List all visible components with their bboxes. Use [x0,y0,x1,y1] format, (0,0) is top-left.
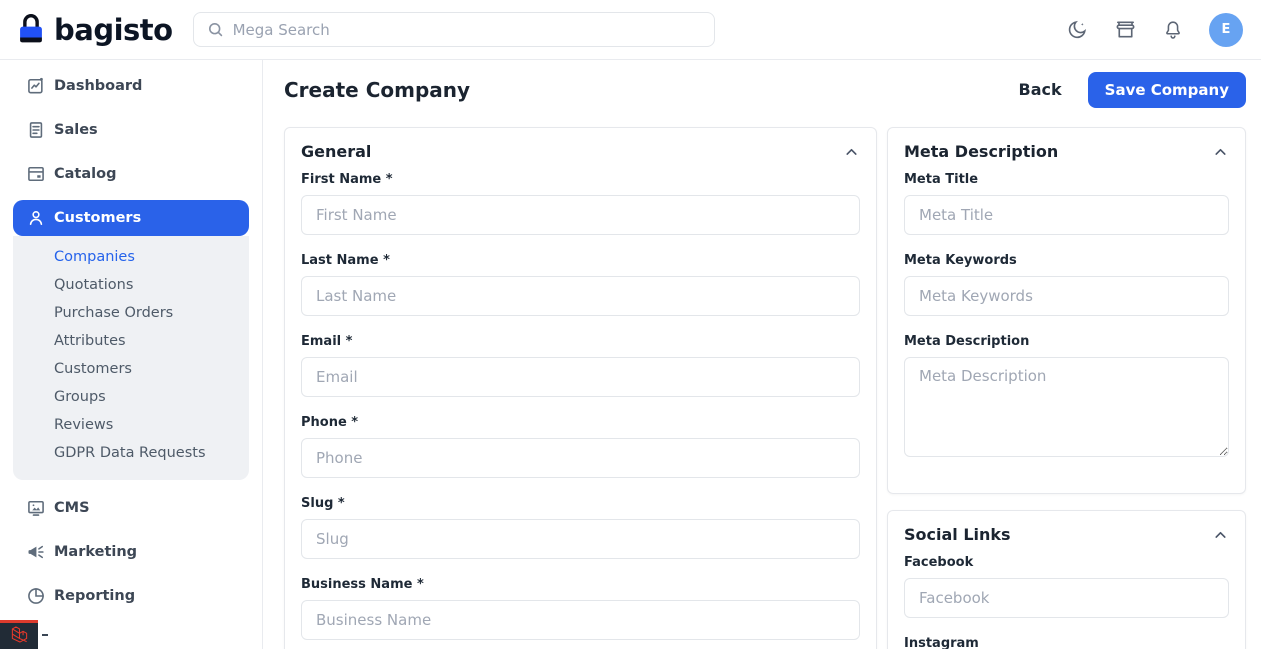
collapse-meta-chevron-up-icon[interactable] [1211,143,1229,161]
customers-submenu: Companies Quotations Purchase Orders Att… [13,236,249,480]
sidebar-item-reviews[interactable]: Reviews [13,411,249,439]
sidebar-item-label: Marketing [54,544,137,560]
meta-description-panel: Meta Description Meta Title Meta Keyword… [887,127,1246,494]
mega-search[interactable] [193,12,715,47]
collapse-general-chevron-up-icon[interactable] [842,143,860,161]
sidebar-item-quotations[interactable]: Quotations [13,271,249,299]
bag-icon [16,9,46,51]
last-name-label: Last Name * [301,253,860,268]
phone-input[interactable] [301,438,860,478]
phone-label: Phone * [301,415,860,430]
email-input[interactable] [301,357,860,397]
top-bar: bagisto [0,0,1261,60]
sidebar-item-dashboard[interactable]: Dashboard [0,64,262,108]
field-meta-title: Meta Title [904,172,1229,235]
sidebar-item-customers[interactable]: Customers [13,200,249,236]
sidebar-item-cms[interactable]: CMS [0,486,262,530]
field-slug: Slug * [301,496,860,559]
facebook-label: Facebook [904,555,1229,570]
meta-description-textarea[interactable] [904,357,1229,457]
business-name-label: Business Name * [301,577,860,592]
sidebar-item-gdpr-data-requests[interactable]: GDPR Data Requests [13,439,249,467]
general-panel: General First Name * Last Name * [284,127,877,649]
sidebar-item-label: Sales [54,122,98,138]
page-title: Create Company [284,78,470,102]
field-first-name: First Name * [301,172,860,235]
user-avatar[interactable]: E [1209,13,1243,47]
social-links-panel: Social Links Facebook Instagram [887,510,1246,649]
field-meta-keywords: Meta Keywords [904,253,1229,316]
meta-title-label: Meta Title [904,172,1229,187]
marketing-megaphone-icon [26,542,46,562]
meta-keywords-input[interactable] [904,276,1229,316]
facebook-input[interactable] [904,578,1229,618]
cms-icon [26,498,46,518]
sidebar-nav: Dashboard Sales Catalog Customer [0,60,263,649]
logo-text: bagisto [54,13,173,47]
dark-mode-icon[interactable] [1065,18,1089,42]
meta-description-label: Meta Description [904,334,1229,349]
back-button[interactable]: Back [1019,80,1062,99]
field-phone: Phone * [301,415,860,478]
page-header: Create Company Back Save Company [284,71,1246,108]
sidebar-item-marketing[interactable]: Marketing [0,530,262,574]
meta-title-input[interactable] [904,195,1229,235]
last-name-input[interactable] [301,276,860,316]
sales-icon [26,120,46,140]
sidebar-item-sales[interactable]: Sales [0,108,262,152]
customers-icon [26,208,46,228]
email-label: Email * [301,334,860,349]
main-content: Create Company Back Save Company General… [264,60,1261,649]
field-last-name: Last Name * [301,253,860,316]
collapse-social-chevron-up-icon[interactable] [1211,526,1229,544]
field-business-name: Business Name * [301,577,860,640]
catalog-icon [26,164,46,184]
sidebar-item-label: Catalog [54,166,116,182]
store-icon[interactable] [1113,18,1137,42]
sidebar-item-label: Customers [54,210,141,226]
search-input[interactable] [233,21,702,39]
meta-keywords-label: Meta Keywords [904,253,1229,268]
notifications-bell-icon[interactable] [1161,18,1185,42]
sidebar-item-customers-sub[interactable]: Customers [13,355,249,383]
sidebar-item-purchase-orders[interactable]: Purchase Orders [13,299,249,327]
sidebar-item-label: Dashboard [54,78,142,94]
general-panel-title: General [301,142,371,161]
meta-panel-title: Meta Description [904,142,1058,161]
first-name-label: First Name * [301,172,860,187]
social-panel-title: Social Links [904,525,1011,544]
sidebar-item-label: CMS [54,500,90,516]
debugbar-handle[interactable] [42,634,48,636]
sidebar-item-label: Reporting [54,588,135,604]
sidebar-item-groups[interactable]: Groups [13,383,249,411]
first-name-input[interactable] [301,195,860,235]
sidebar-item-attributes[interactable]: Attributes [13,327,249,355]
dashboard-icon [26,76,46,96]
business-name-input[interactable] [301,600,860,640]
field-instagram: Instagram [904,636,1229,649]
instagram-label: Instagram [904,636,1229,649]
bagisto-logo[interactable]: bagisto [16,9,173,51]
sidebar-item-catalog[interactable]: Catalog [0,152,262,196]
search-icon [206,20,225,39]
laravel-debugbar-toggle[interactable] [0,620,38,649]
slug-label: Slug * [301,496,860,511]
field-meta-description: Meta Description [904,334,1229,461]
field-facebook: Facebook [904,555,1229,618]
sidebar-item-reporting[interactable]: Reporting [0,574,262,618]
laravel-icon [10,625,29,648]
sidebar-item-companies[interactable]: Companies [13,243,249,271]
slug-input[interactable] [301,519,860,559]
save-company-button[interactable]: Save Company [1088,72,1246,108]
reporting-pie-chart-icon [26,586,46,606]
field-email: Email * [301,334,860,397]
